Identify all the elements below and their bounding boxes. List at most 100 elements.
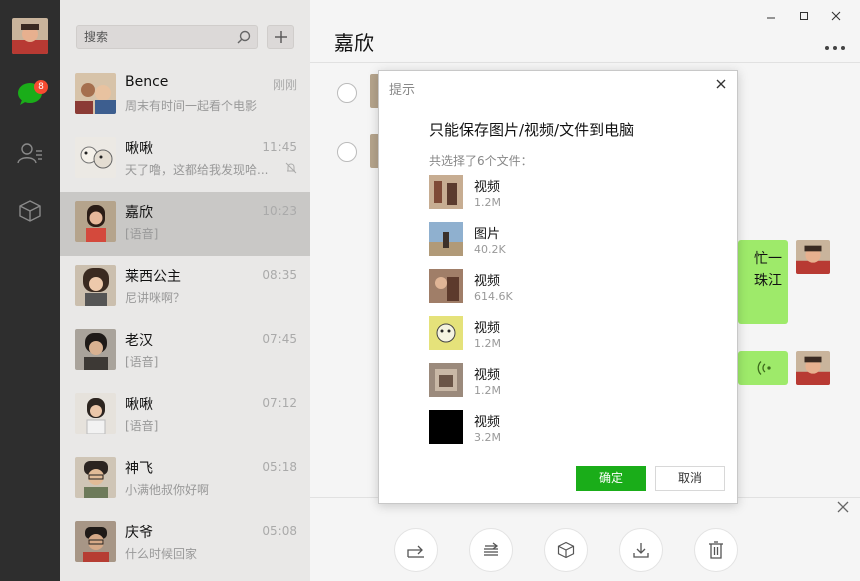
- file-item: 视频 3.2M: [429, 410, 709, 450]
- conversation-item[interactable]: 神飞 小满他叔你好啊 05:18: [60, 448, 310, 512]
- mute-icon: [285, 162, 297, 174]
- message-time: 07:45: [262, 332, 297, 346]
- file-name: 图片: [474, 227, 501, 242]
- forward-one-by-one-button[interactable]: [394, 528, 438, 572]
- plus-icon: [274, 31, 287, 43]
- file-size: 614.6K: [474, 290, 513, 303]
- avatar: [75, 73, 116, 114]
- forward-icon: [407, 545, 424, 558]
- message-preview: 周末有时间一起看个电影: [125, 99, 258, 113]
- more-icon[interactable]: [824, 40, 846, 50]
- dialog-close-icon[interactable]: [715, 78, 727, 90]
- my-message-avatar: [796, 351, 830, 385]
- file-name: 视频: [474, 274, 501, 289]
- unread-badge: 8: [34, 80, 48, 94]
- merge-forward-button[interactable]: [469, 528, 513, 572]
- message-preview: [语音]: [125, 227, 159, 241]
- file-size: 40.2K: [474, 243, 506, 256]
- conversation-item[interactable]: 啾啾 [语音] 07:12: [60, 384, 310, 448]
- contacts-icon[interactable]: [15, 138, 45, 168]
- confirm-button[interactable]: 确定: [576, 466, 646, 491]
- message-time: 11:45: [262, 140, 297, 154]
- my-message-avatar: [796, 240, 830, 274]
- file-thumbnail: [429, 363, 463, 397]
- message-time: 08:35: [262, 268, 297, 282]
- message-time: 07:12: [262, 396, 297, 410]
- contact-name: 嘉欣: [125, 205, 153, 221]
- file-thumbnail: [429, 269, 463, 303]
- message-select-checkbox[interactable]: [337, 142, 357, 162]
- file-size: 1.2M: [474, 337, 501, 350]
- add-chat-button[interactable]: [267, 25, 294, 49]
- maximize-icon: [800, 12, 808, 20]
- message-preview: 尼讲咪啊？: [125, 291, 186, 305]
- message-preview: [语音]: [125, 419, 159, 433]
- message-bubble[interactable]: 忙一 珠江: [738, 240, 788, 324]
- contact-name: 莱西公主: [125, 269, 181, 285]
- search-icon[interactable]: [237, 30, 251, 44]
- favorites-box-icon: [557, 541, 575, 559]
- conversation-list: Bence 周末有时间一起看个电影 刚刚 啾啾 天了噜，这都给我发现哈... 1…: [60, 0, 310, 581]
- dialog-subtitle: 共选择了6个文件：: [429, 154, 533, 168]
- file-thumbnail: [429, 316, 463, 350]
- file-item: 图片 40.2K: [429, 222, 709, 262]
- avatar: [75, 137, 116, 178]
- contact-name: 神飞: [125, 461, 153, 477]
- contact-name: 啾啾: [125, 397, 153, 413]
- file-item: 视频 614.6K: [429, 269, 709, 309]
- file-thumbnail: [429, 175, 463, 209]
- conversation-item-active[interactable]: 嘉欣 [语音] 10:23: [60, 192, 310, 256]
- message-time: 10:23: [262, 204, 297, 218]
- avatar: [75, 393, 116, 434]
- download-icon: [633, 543, 649, 558]
- contact-name: 庆爷: [125, 525, 153, 541]
- file-name: 视频: [474, 368, 501, 383]
- add-to-favorites-button[interactable]: [544, 528, 588, 572]
- message-preview: 小满他叔你好啊: [125, 483, 210, 497]
- conversation-item[interactable]: 莱西公主 尼讲咪啊？ 08:35: [60, 256, 310, 320]
- bubble-text-line: 忙一: [754, 251, 782, 267]
- save-to-computer-button[interactable]: [619, 528, 663, 572]
- conversation-item[interactable]: 啾啾 天了噜，这都给我发现哈... 11:45: [60, 128, 310, 192]
- file-name: 视频: [474, 321, 501, 336]
- conversation-item[interactable]: Bence 周末有时间一起看个电影 刚刚: [60, 64, 310, 128]
- merge-forward-icon: [484, 542, 499, 556]
- avatar: [75, 521, 116, 562]
- conversation-item[interactable]: 老汉 [语音] 07:45: [60, 320, 310, 384]
- cancel-selection-icon[interactable]: [836, 500, 850, 514]
- minimize-icon: [767, 17, 775, 19]
- dialog-title: 提示: [389, 83, 416, 98]
- message-select-checkbox[interactable]: [337, 83, 357, 103]
- trash-icon: [709, 541, 723, 559]
- file-size: 1.2M: [474, 384, 501, 397]
- minimize-button[interactable]: [763, 8, 779, 24]
- file-item: 视频 1.2M: [429, 363, 709, 403]
- favorites-icon[interactable]: [15, 196, 45, 226]
- contact-name: 老汉: [125, 333, 153, 349]
- voice-message-bubble[interactable]: [738, 351, 788, 385]
- bubble-text-line: 珠江: [754, 273, 782, 289]
- voice-wave-icon: [757, 361, 771, 375]
- file-name: 视频: [474, 415, 501, 430]
- avatar: [75, 329, 116, 370]
- avatar: [75, 201, 116, 242]
- contact-name: Bence: [125, 74, 169, 90]
- cancel-button[interactable]: 取消: [655, 466, 725, 491]
- my-avatar[interactable]: [12, 18, 48, 54]
- message-time: 刚刚: [272, 78, 297, 92]
- search-input[interactable]: [77, 26, 237, 48]
- avatar: [75, 265, 116, 306]
- conversation-item[interactable]: 庆爷 什么时候回家 05:08: [60, 512, 310, 576]
- maximize-button[interactable]: [796, 8, 812, 24]
- search-box: [76, 25, 258, 49]
- delete-button[interactable]: [694, 528, 738, 572]
- window-close-button[interactable]: [828, 8, 844, 24]
- file-item: 视频 1.2M: [429, 175, 709, 215]
- message-preview: 天了噜，这都给我发现哈...: [125, 163, 269, 177]
- close-icon: [831, 11, 841, 21]
- avatar: [75, 457, 116, 498]
- file-thumbnail: [429, 222, 463, 256]
- message-time: 05:18: [262, 460, 297, 474]
- file-name: 视频: [474, 180, 501, 195]
- contact-name: 啾啾: [125, 141, 153, 157]
